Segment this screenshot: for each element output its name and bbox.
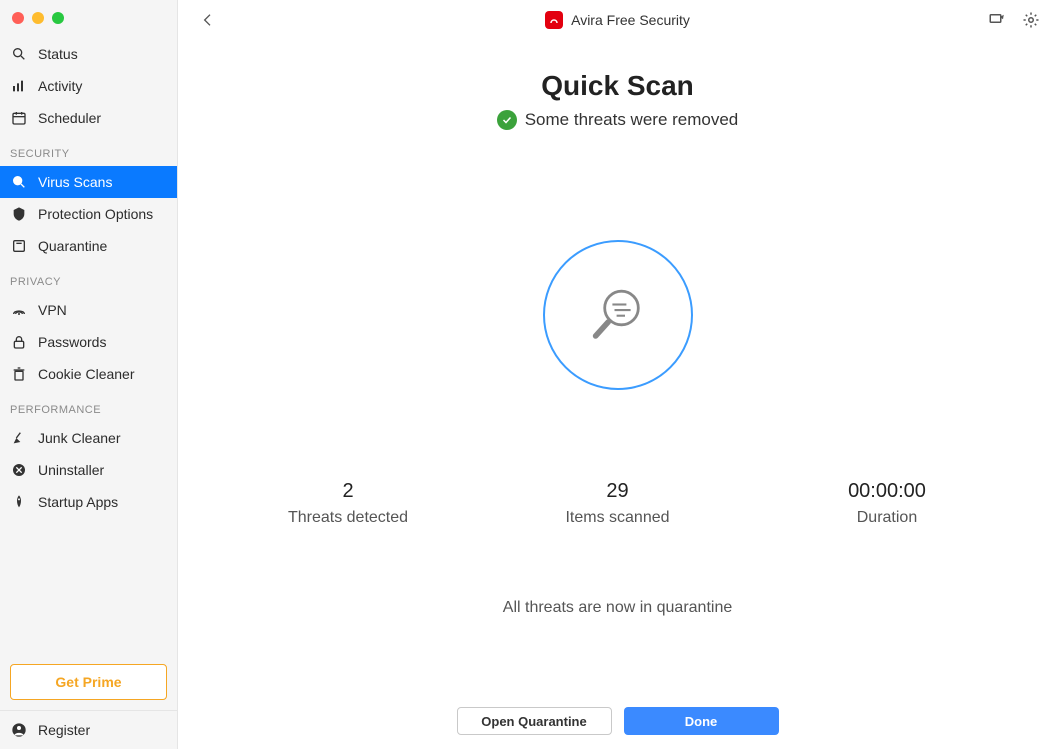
stat-label: Items scanned	[538, 509, 698, 527]
section-title-security: SECURITY	[0, 134, 177, 166]
scan-stats-row: 2 Threats detected 29 Items scanned 00:0…	[178, 480, 1057, 527]
virus-scan-icon	[10, 173, 28, 191]
broom-icon	[10, 429, 28, 447]
sidebar-item-vpn[interactable]: VPN	[0, 294, 177, 326]
sidebar-item-label: Quarantine	[38, 238, 107, 254]
scan-status-line: Some threats were removed	[497, 110, 739, 130]
get-prime-button[interactable]: Get Prime	[10, 664, 167, 700]
sidebar-item-register[interactable]: Register	[0, 710, 177, 749]
status-icon	[10, 45, 28, 63]
sidebar-item-scheduler[interactable]: Scheduler	[0, 102, 177, 134]
sidebar-item-activity[interactable]: Activity	[0, 70, 177, 102]
vpn-icon	[10, 301, 28, 319]
sidebar-item-status[interactable]: Status	[0, 38, 177, 70]
stat-threats-detected: 2 Threats detected	[268, 480, 428, 527]
sidebar-item-label: Virus Scans	[38, 174, 112, 190]
stat-value: 29	[538, 480, 698, 503]
page-title: Quick Scan	[541, 70, 694, 102]
sidebar-item-label: Protection Options	[38, 206, 153, 222]
gear-icon[interactable]	[1021, 10, 1041, 30]
open-quarantine-button[interactable]: Open Quarantine	[457, 707, 612, 735]
sidebar-item-label: Activity	[38, 78, 82, 94]
app-title-wrap: Avira Free Security	[545, 11, 690, 29]
stat-items-scanned: 29 Items scanned	[538, 480, 698, 527]
lock-icon	[10, 333, 28, 351]
sidebar-item-junk-cleaner[interactable]: Junk Cleaner	[0, 422, 177, 454]
sidebar-item-virus-scans[interactable]: Virus Scans	[0, 166, 177, 198]
sidebar-item-passwords[interactable]: Passwords	[0, 326, 177, 358]
stat-value: 2	[268, 480, 428, 503]
sidebar-item-label: Startup Apps	[38, 494, 118, 510]
section-title-performance: PERFORMANCE	[0, 390, 177, 422]
rocket-icon	[10, 493, 28, 511]
window-close-button[interactable]	[12, 12, 24, 24]
window-minimize-button[interactable]	[32, 12, 44, 24]
back-button[interactable]	[198, 10, 218, 30]
window-maximize-button[interactable]	[52, 12, 64, 24]
window-controls	[0, 0, 177, 38]
sidebar-item-label: Register	[38, 722, 90, 738]
main-content: Avira Free Security Quick Scan Some thre…	[178, 0, 1057, 749]
app-title: Avira Free Security	[571, 12, 690, 28]
uninstaller-icon	[10, 461, 28, 479]
section-title-privacy: PRIVACY	[0, 262, 177, 294]
activity-icon	[10, 77, 28, 95]
sidebar-item-label: Status	[38, 46, 78, 62]
quarantine-message: All threats are now in quarantine	[503, 599, 732, 617]
bottom-button-row: Open Quarantine Done	[457, 707, 779, 735]
quarantine-icon	[10, 237, 28, 255]
stat-label: Duration	[807, 509, 967, 527]
avira-logo-icon	[545, 11, 563, 29]
checkmark-icon	[497, 110, 517, 130]
sidebar-item-label: Junk Cleaner	[38, 430, 121, 446]
scan-status-text: Some threats were removed	[525, 110, 739, 130]
topbar: Avira Free Security	[178, 0, 1057, 40]
sidebar-item-quarantine[interactable]: Quarantine	[0, 230, 177, 262]
scheduler-icon	[10, 109, 28, 127]
scan-illustration	[543, 240, 693, 390]
sidebar-item-label: Passwords	[38, 334, 106, 350]
sidebar-item-uninstaller[interactable]: Uninstaller	[0, 454, 177, 486]
sidebar-item-label: VPN	[38, 302, 67, 318]
sidebar-item-protection-options[interactable]: Protection Options	[0, 198, 177, 230]
sidebar-item-cookie-cleaner[interactable]: Cookie Cleaner	[0, 358, 177, 390]
done-button[interactable]: Done	[624, 707, 779, 735]
sidebar: Status Activity Scheduler SECURITY Virus…	[0, 0, 178, 749]
sidebar-item-startup-apps[interactable]: Startup Apps	[0, 486, 177, 518]
stat-duration: 00:00:00 Duration	[807, 480, 967, 527]
sidebar-item-label: Uninstaller	[38, 462, 104, 478]
user-icon	[10, 721, 28, 739]
trash-icon	[10, 365, 28, 383]
sidebar-item-label: Scheduler	[38, 110, 101, 126]
feedback-icon[interactable]	[987, 10, 1007, 30]
sidebar-item-label: Cookie Cleaner	[38, 366, 135, 382]
stat-value: 00:00:00	[807, 480, 967, 503]
shield-icon	[10, 205, 28, 223]
stat-label: Threats detected	[268, 509, 428, 527]
